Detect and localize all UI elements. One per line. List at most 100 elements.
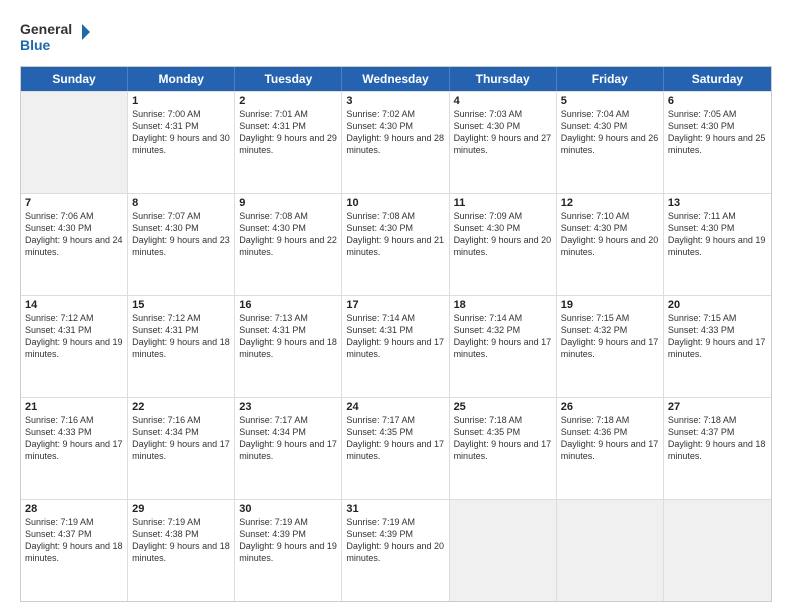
cal-cell: 21 Sunrise: 7:16 AMSunset: 4:33 PMDaylig… (21, 398, 128, 499)
day-number: 1 (132, 95, 230, 107)
day-number: 6 (668, 95, 767, 107)
cal-cell: 28 Sunrise: 7:19 AMSunset: 4:37 PMDaylig… (21, 500, 128, 601)
day-number: 25 (454, 401, 552, 413)
cal-cell: 16 Sunrise: 7:13 AMSunset: 4:31 PMDaylig… (235, 296, 342, 397)
cal-cell: 17 Sunrise: 7:14 AMSunset: 4:31 PMDaylig… (342, 296, 449, 397)
cal-cell: 12 Sunrise: 7:10 AMSunset: 4:30 PMDaylig… (557, 194, 664, 295)
day-info: Sunrise: 7:08 AMSunset: 4:30 PMDaylight:… (346, 210, 444, 259)
day-info: Sunrise: 7:16 AMSunset: 4:33 PMDaylight:… (25, 414, 123, 463)
day-info: Sunrise: 7:18 AMSunset: 4:36 PMDaylight:… (561, 414, 659, 463)
day-number: 8 (132, 197, 230, 209)
day-number: 18 (454, 299, 552, 311)
day-number: 21 (25, 401, 123, 413)
day-number: 9 (239, 197, 337, 209)
day-number: 2 (239, 95, 337, 107)
day-number: 19 (561, 299, 659, 311)
cal-cell: 31 Sunrise: 7:19 AMSunset: 4:39 PMDaylig… (342, 500, 449, 601)
day-info: Sunrise: 7:15 AMSunset: 4:32 PMDaylight:… (561, 312, 659, 361)
cal-cell: 6 Sunrise: 7:05 AMSunset: 4:30 PMDayligh… (664, 92, 771, 193)
day-number: 30 (239, 503, 337, 515)
day-info: Sunrise: 7:01 AMSunset: 4:31 PMDaylight:… (239, 108, 337, 157)
cal-header-wednesday: Wednesday (342, 67, 449, 91)
day-info: Sunrise: 7:11 AMSunset: 4:30 PMDaylight:… (668, 210, 767, 259)
cal-cell: 7 Sunrise: 7:06 AMSunset: 4:30 PMDayligh… (21, 194, 128, 295)
day-number: 26 (561, 401, 659, 413)
day-number: 23 (239, 401, 337, 413)
day-info: Sunrise: 7:19 AMSunset: 4:37 PMDaylight:… (25, 516, 123, 565)
cal-cell: 11 Sunrise: 7:09 AMSunset: 4:30 PMDaylig… (450, 194, 557, 295)
day-number: 14 (25, 299, 123, 311)
page: General Blue SundayMondayTuesdayWednesda… (0, 0, 792, 612)
day-info: Sunrise: 7:12 AMSunset: 4:31 PMDaylight:… (25, 312, 123, 361)
day-info: Sunrise: 7:02 AMSunset: 4:30 PMDaylight:… (346, 108, 444, 157)
cal-cell: 2 Sunrise: 7:01 AMSunset: 4:31 PMDayligh… (235, 92, 342, 193)
cal-week-1: 1 Sunrise: 7:00 AMSunset: 4:31 PMDayligh… (21, 91, 771, 193)
day-number: 15 (132, 299, 230, 311)
day-number: 13 (668, 197, 767, 209)
cal-cell (21, 92, 128, 193)
cal-cell (664, 500, 771, 601)
day-info: Sunrise: 7:08 AMSunset: 4:30 PMDaylight:… (239, 210, 337, 259)
day-info: Sunrise: 7:16 AMSunset: 4:34 PMDaylight:… (132, 414, 230, 463)
day-info: Sunrise: 7:14 AMSunset: 4:31 PMDaylight:… (346, 312, 444, 361)
cal-cell (557, 500, 664, 601)
day-number: 16 (239, 299, 337, 311)
day-number: 22 (132, 401, 230, 413)
cal-header-monday: Monday (128, 67, 235, 91)
day-number: 4 (454, 95, 552, 107)
header: General Blue (20, 18, 772, 56)
day-info: Sunrise: 7:18 AMSunset: 4:37 PMDaylight:… (668, 414, 767, 463)
day-number: 5 (561, 95, 659, 107)
cal-cell: 22 Sunrise: 7:16 AMSunset: 4:34 PMDaylig… (128, 398, 235, 499)
day-info: Sunrise: 7:05 AMSunset: 4:30 PMDaylight:… (668, 108, 767, 157)
calendar: SundayMondayTuesdayWednesdayThursdayFrid… (20, 66, 772, 602)
cal-cell: 29 Sunrise: 7:19 AMSunset: 4:38 PMDaylig… (128, 500, 235, 601)
day-info: Sunrise: 7:12 AMSunset: 4:31 PMDaylight:… (132, 312, 230, 361)
day-number: 24 (346, 401, 444, 413)
day-info: Sunrise: 7:09 AMSunset: 4:30 PMDaylight:… (454, 210, 552, 259)
day-info: Sunrise: 7:19 AMSunset: 4:38 PMDaylight:… (132, 516, 230, 565)
day-info: Sunrise: 7:15 AMSunset: 4:33 PMDaylight:… (668, 312, 767, 361)
cal-cell: 9 Sunrise: 7:08 AMSunset: 4:30 PMDayligh… (235, 194, 342, 295)
cal-cell: 18 Sunrise: 7:14 AMSunset: 4:32 PMDaylig… (450, 296, 557, 397)
cal-cell: 23 Sunrise: 7:17 AMSunset: 4:34 PMDaylig… (235, 398, 342, 499)
cal-cell: 5 Sunrise: 7:04 AMSunset: 4:30 PMDayligh… (557, 92, 664, 193)
day-info: Sunrise: 7:17 AMSunset: 4:35 PMDaylight:… (346, 414, 444, 463)
cal-header-sunday: Sunday (21, 67, 128, 91)
day-info: Sunrise: 7:14 AMSunset: 4:32 PMDaylight:… (454, 312, 552, 361)
cal-cell: 27 Sunrise: 7:18 AMSunset: 4:37 PMDaylig… (664, 398, 771, 499)
day-number: 3 (346, 95, 444, 107)
cal-cell: 8 Sunrise: 7:07 AMSunset: 4:30 PMDayligh… (128, 194, 235, 295)
day-info: Sunrise: 7:10 AMSunset: 4:30 PMDaylight:… (561, 210, 659, 259)
svg-text:Blue: Blue (20, 37, 51, 53)
day-number: 31 (346, 503, 444, 515)
cal-week-4: 21 Sunrise: 7:16 AMSunset: 4:33 PMDaylig… (21, 397, 771, 499)
day-info: Sunrise: 7:00 AMSunset: 4:31 PMDaylight:… (132, 108, 230, 157)
day-info: Sunrise: 7:13 AMSunset: 4:31 PMDaylight:… (239, 312, 337, 361)
cal-week-2: 7 Sunrise: 7:06 AMSunset: 4:30 PMDayligh… (21, 193, 771, 295)
cal-cell: 30 Sunrise: 7:19 AMSunset: 4:39 PMDaylig… (235, 500, 342, 601)
cal-cell: 15 Sunrise: 7:12 AMSunset: 4:31 PMDaylig… (128, 296, 235, 397)
day-number: 10 (346, 197, 444, 209)
cal-header-tuesday: Tuesday (235, 67, 342, 91)
calendar-header: SundayMondayTuesdayWednesdayThursdayFrid… (21, 67, 771, 91)
cal-cell: 1 Sunrise: 7:00 AMSunset: 4:31 PMDayligh… (128, 92, 235, 193)
calendar-body: 1 Sunrise: 7:00 AMSunset: 4:31 PMDayligh… (21, 91, 771, 601)
cal-cell: 19 Sunrise: 7:15 AMSunset: 4:32 PMDaylig… (557, 296, 664, 397)
day-info: Sunrise: 7:18 AMSunset: 4:35 PMDaylight:… (454, 414, 552, 463)
logo-svg: General Blue (20, 18, 90, 56)
day-info: Sunrise: 7:04 AMSunset: 4:30 PMDaylight:… (561, 108, 659, 157)
cal-header-thursday: Thursday (450, 67, 557, 91)
day-number: 29 (132, 503, 230, 515)
day-number: 17 (346, 299, 444, 311)
day-info: Sunrise: 7:07 AMSunset: 4:30 PMDaylight:… (132, 210, 230, 259)
cal-cell (450, 500, 557, 601)
day-info: Sunrise: 7:17 AMSunset: 4:34 PMDaylight:… (239, 414, 337, 463)
cal-week-3: 14 Sunrise: 7:12 AMSunset: 4:31 PMDaylig… (21, 295, 771, 397)
cal-cell: 10 Sunrise: 7:08 AMSunset: 4:30 PMDaylig… (342, 194, 449, 295)
day-info: Sunrise: 7:19 AMSunset: 4:39 PMDaylight:… (346, 516, 444, 565)
logo: General Blue (20, 18, 90, 56)
day-info: Sunrise: 7:06 AMSunset: 4:30 PMDaylight:… (25, 210, 123, 259)
day-number: 28 (25, 503, 123, 515)
cal-cell: 14 Sunrise: 7:12 AMSunset: 4:31 PMDaylig… (21, 296, 128, 397)
